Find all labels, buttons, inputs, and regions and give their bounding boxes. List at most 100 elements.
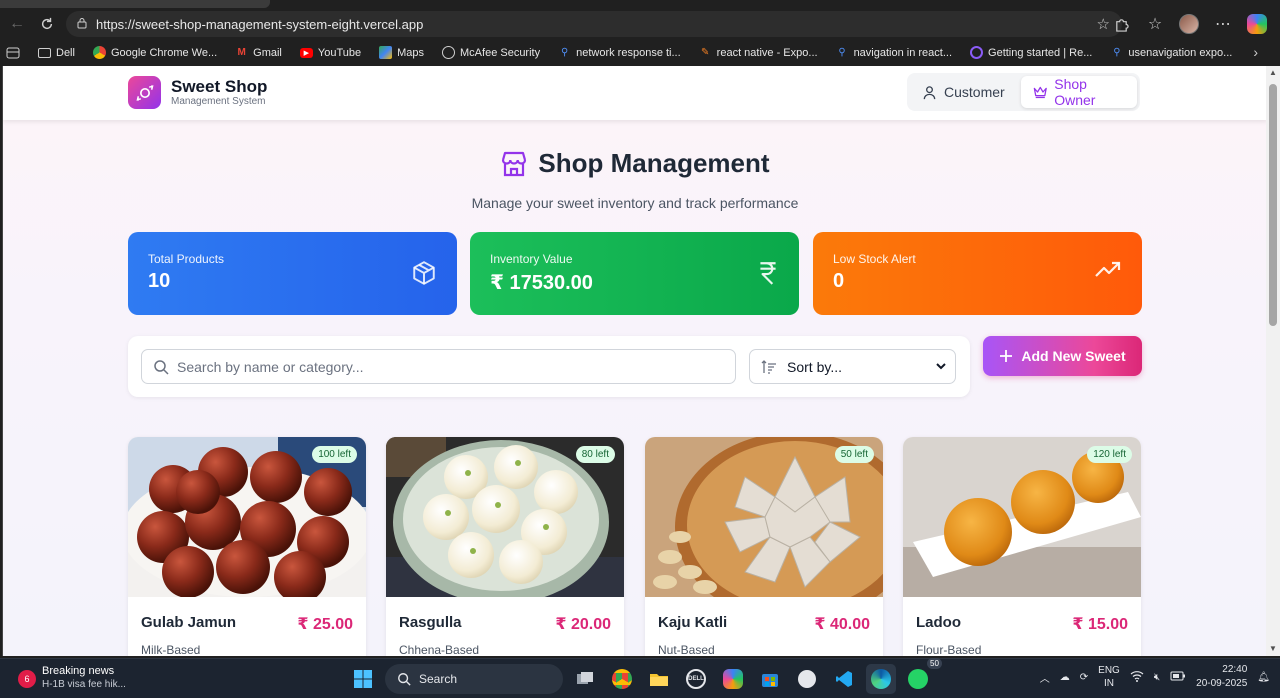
start-button[interactable]: [348, 664, 378, 694]
chevron-up-icon[interactable]: ︿: [1040, 670, 1050, 685]
more-menu-icon[interactable]: ⋯: [1208, 9, 1238, 39]
chevron-right-icon[interactable]: ›: [1253, 44, 1258, 60]
notification-bell-icon[interactable]: 🔔︎: [1257, 672, 1270, 683]
file-explorer-icon[interactable]: [644, 664, 674, 694]
product-card[interactable]: 100 left Gulab Jamun ₹ 25.00 Milk-Based: [128, 437, 366, 656]
extensions-icon[interactable]: [1106, 9, 1136, 39]
folder-icon: [38, 47, 51, 58]
box-icon: [413, 261, 435, 285]
language-indicator[interactable]: ENG IN: [1098, 664, 1120, 690]
stat-card-low-stock: Low Stock Alert 0: [813, 232, 1142, 315]
address-bar[interactable]: https://sweet-shop-management-system-eig…: [66, 11, 1122, 37]
dell-app-icon[interactable]: DELL: [681, 664, 711, 694]
taskbar-search[interactable]: Search: [385, 664, 563, 694]
favorites-icon[interactable]: ☆: [1140, 9, 1170, 39]
bookmark-mcafee[interactable]: McAfee Security: [433, 46, 549, 59]
product-name: Kaju Katli: [658, 614, 728, 631]
volume-muted-icon[interactable]: 🔇︎: [1154, 672, 1160, 683]
product-category: Nut-Based: [658, 643, 715, 656]
scroll-up-arrow-icon[interactable]: ▲: [1266, 66, 1280, 80]
brand-subtitle: Management System: [171, 96, 266, 107]
gmail-icon: M: [237, 47, 246, 58]
vscode-icon[interactable]: [829, 664, 859, 694]
product-price: ₹ 40.00: [814, 616, 870, 633]
stat-card-inventory-value: Inventory Value ₹ 17530.00: [470, 232, 799, 315]
back-button[interactable]: ←: [2, 9, 32, 39]
product-name: Rasgulla: [399, 614, 462, 631]
page-scrollbar[interactable]: ▲ ▼: [1266, 66, 1280, 656]
system-tray: ︿ ☁ ⟳ ENG IN 🔇︎ 22:40 20-09-2025 🔔︎: [1040, 663, 1270, 691]
product-card[interactable]: 80 left Rasgulla ₹ 20.00 Chhena-Based: [386, 437, 624, 656]
battery-icon[interactable]: [1170, 671, 1186, 684]
wifi-icon[interactable]: [1130, 670, 1144, 685]
bookmark-network[interactable]: ⚲ network response ti...: [549, 46, 690, 59]
sort-icon: [761, 359, 776, 374]
search-icon: ⚲: [838, 47, 846, 58]
bookmark-maps[interactable]: Maps: [370, 46, 433, 59]
bookmark-navigation[interactable]: ⚲ navigation in react...: [827, 46, 961, 59]
sort-value: Sort by...: [787, 358, 842, 375]
product-price: ₹ 20.00: [555, 616, 611, 633]
bookmark-youtube[interactable]: ▶ YouTube: [291, 47, 370, 59]
scrollbar-thumb[interactable]: [1269, 84, 1277, 326]
store-icon: [502, 151, 527, 176]
bookmark-gmail[interactable]: M Gmail: [226, 46, 291, 59]
windows-icon: [354, 670, 372, 688]
chrome-app-icon[interactable]: [607, 664, 637, 694]
site-info-icon[interactable]: [76, 17, 90, 32]
product-card[interactable]: 50 left Kaju Katli ₹ 40.00 Nut-Based: [645, 437, 883, 656]
expo-icon: ✎: [700, 47, 710, 58]
sort-select[interactable]: Sort by...: [749, 349, 956, 384]
profile-avatar[interactable]: [1174, 9, 1204, 39]
page-viewport: Sweet Shop Management System Customer Sh…: [2, 66, 1266, 656]
bookmark-getting-started[interactable]: Getting started | Re...: [961, 46, 1101, 59]
stat-value: ₹ 17530.00: [490, 272, 593, 294]
stat-label: Total Products: [148, 252, 225, 266]
product-card[interactable]: 120 left Ladoo ₹ 15.00 Flour-Based: [903, 437, 1141, 656]
cloud-icon[interactable]: ☁: [1060, 672, 1070, 683]
copilot-app-icon[interactable]: [718, 664, 748, 694]
product-category: Milk-Based: [141, 643, 201, 656]
search-icon: [398, 673, 411, 686]
bookmark-usenavigation[interactable]: ⚲ usenavigation expo...: [1101, 46, 1241, 59]
stat-value: 0: [833, 270, 845, 292]
bookmark-chrome[interactable]: Google Chrome We...: [84, 46, 226, 59]
news-title: Breaking news: [42, 665, 115, 677]
news-widget[interactable]: 6 Breaking news H-1B visa fee hik...: [18, 665, 126, 690]
bookmarks-bar: Dell Google Chrome We... M Gmail ▶ YouTube…: [0, 40, 1280, 65]
brand[interactable]: Sweet Shop Management System: [128, 76, 267, 109]
sidebar-toggle-icon[interactable]: [0, 47, 29, 59]
active-tab[interactable]: [0, 0, 270, 8]
product-category: Chhena-Based: [399, 643, 480, 656]
copilot-icon[interactable]: [1242, 9, 1272, 39]
reload-button[interactable]: [32, 9, 62, 39]
store-app-icon[interactable]: [755, 664, 785, 694]
task-view-icon[interactable]: [570, 664, 600, 694]
add-new-sweet-button[interactable]: Add New Sweet: [983, 336, 1142, 376]
globe-icon: [442, 46, 456, 59]
tab-strip: [0, 0, 1280, 8]
clock[interactable]: 22:40 20-09-2025: [1196, 663, 1247, 691]
user-icon: [923, 85, 936, 99]
bookmark-dell[interactable]: Dell: [29, 47, 84, 59]
stat-label: Low Stock Alert: [833, 252, 916, 266]
scroll-down-arrow-icon[interactable]: ▼: [1266, 642, 1280, 656]
search-box[interactable]: [141, 349, 736, 384]
crown-icon: [1033, 86, 1047, 99]
news-subtitle: H-1B visa fee hik...: [42, 679, 126, 690]
edge-browser-icon[interactable]: [866, 664, 896, 694]
customer-role-button[interactable]: Customer: [910, 76, 1017, 108]
bookmark-react-native[interactable]: ✎ react native - Expo...: [690, 46, 827, 59]
app-icon[interactable]: [792, 664, 822, 694]
stock-badge: 80 left: [575, 446, 615, 463]
page-title: Shop Management: [3, 148, 1266, 179]
product-category: Flour-Based: [916, 643, 982, 656]
trending-up-icon: [1095, 261, 1121, 277]
page-heading: Shop Management: [538, 148, 770, 178]
whatsapp-icon[interactable]: 50: [903, 658, 942, 694]
sync-icon[interactable]: ⟳: [1080, 672, 1088, 683]
shop-owner-role-button[interactable]: Shop Owner: [1020, 76, 1137, 108]
search-input[interactable]: [177, 358, 697, 375]
product-price: ₹ 25.00: [297, 616, 353, 633]
url-text[interactable]: https://sweet-shop-management-system-eig…: [96, 17, 423, 32]
